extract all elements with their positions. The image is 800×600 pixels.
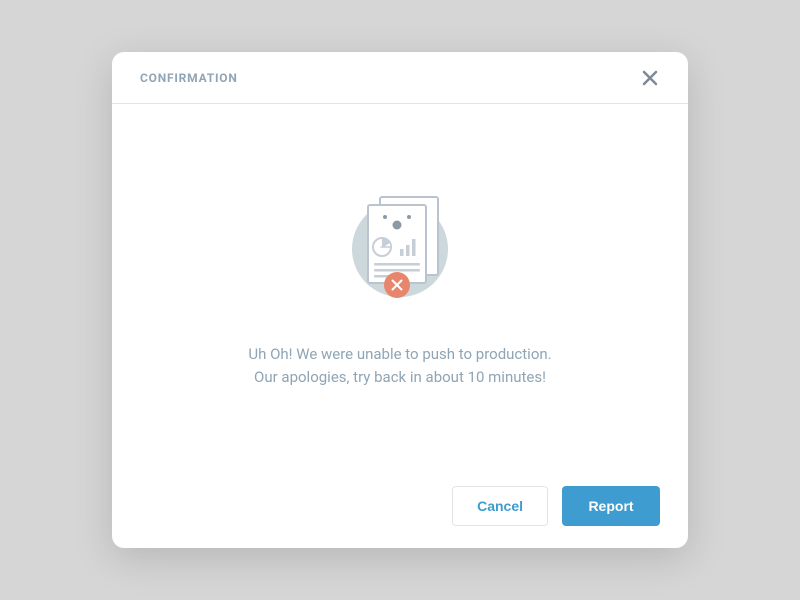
message-line-2: Our apologies, try back in about 10 minu… [248, 366, 551, 389]
report-button[interactable]: Report [562, 486, 660, 526]
error-illustration [330, 179, 470, 319]
confirmation-modal: CONFIRMATION [112, 52, 688, 548]
error-message: Uh Oh! We were unable to push to product… [248, 343, 551, 390]
modal-body: Uh Oh! We were unable to push to product… [112, 104, 688, 464]
modal-header: CONFIRMATION [112, 52, 688, 104]
cancel-button[interactable]: Cancel [452, 486, 548, 526]
modal-footer: Cancel Report [112, 464, 688, 548]
message-line-1: Uh Oh! We were unable to push to product… [248, 343, 551, 366]
document-error-icon [330, 179, 470, 319]
close-button[interactable] [640, 68, 660, 88]
modal-title: CONFIRMATION [140, 71, 238, 85]
close-icon [641, 69, 659, 87]
